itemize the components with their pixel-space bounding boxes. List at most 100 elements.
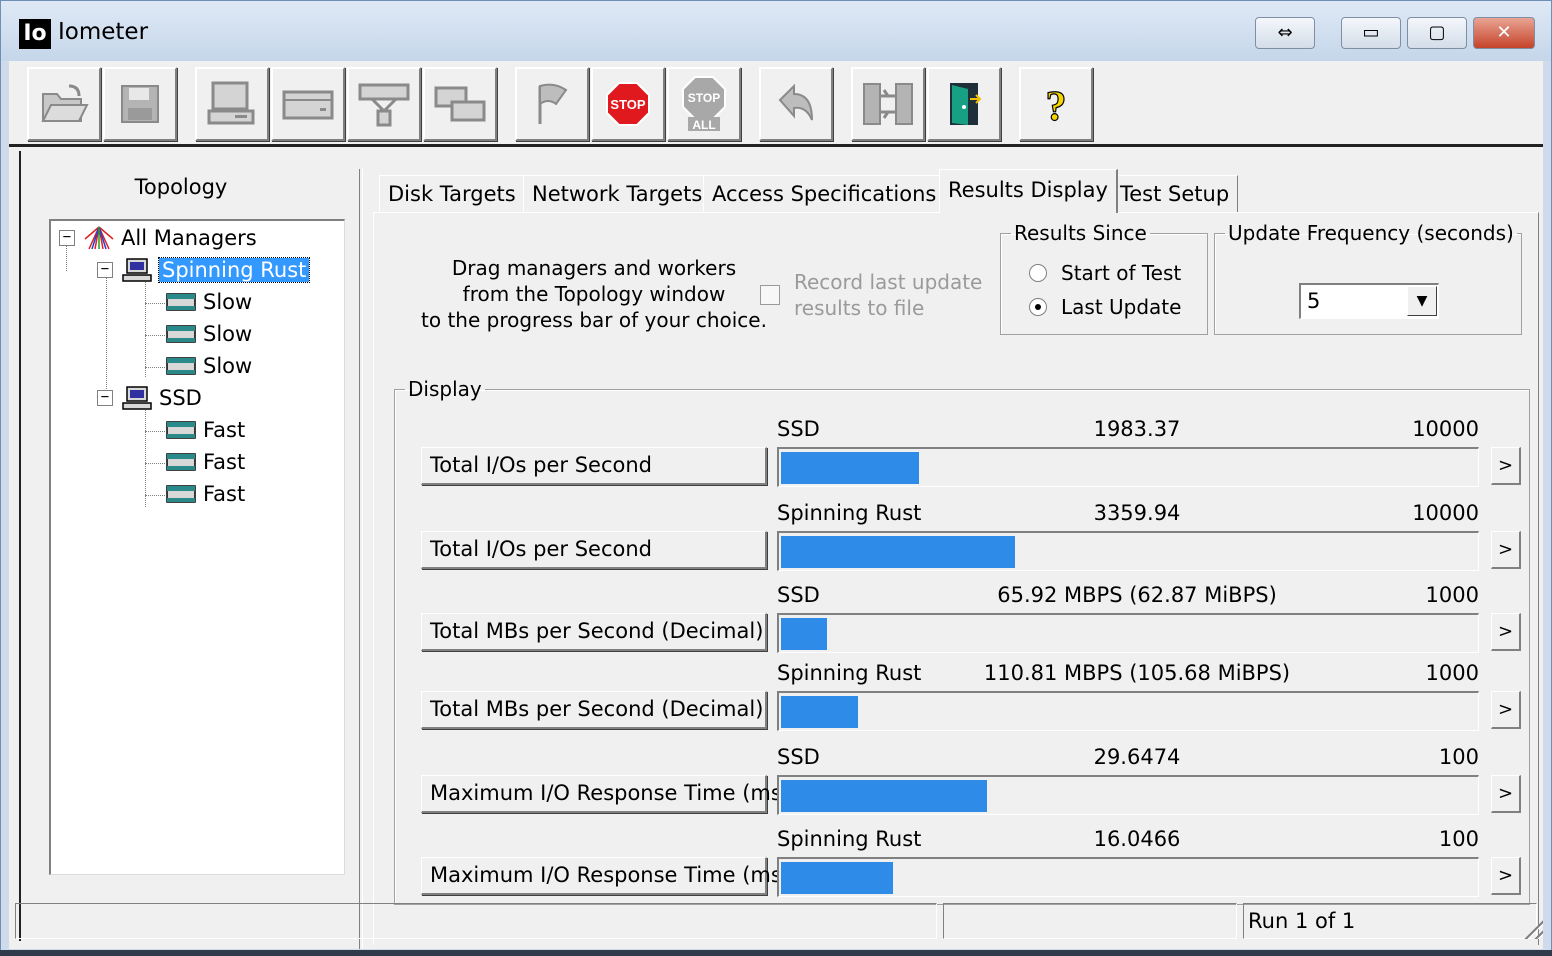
topology-tree[interactable]: − All Managers − Spinning Rust Slow Slow [49,219,345,875]
more-details-button[interactable]: > [1491,775,1521,813]
computer-icon [207,81,255,125]
snap-arrows-button[interactable]: ⇔ [1255,17,1315,49]
tab-access-specifications[interactable]: Access Specifications [703,175,946,213]
all-managers-icon [84,226,114,250]
disconnect-managers-button[interactable] [851,67,925,141]
tab-disk-targets[interactable]: Disk Targets [379,175,525,213]
tree-label-worker: Slow [203,322,253,346]
progress-bar[interactable] [777,857,1479,897]
stop-button[interactable]: STOP [591,67,665,141]
results-display-panel: Drag managers and workers from the Topol… [373,212,1539,945]
title-bar[interactable]: Io Iometer ⇔ ▭ ▢ ✕ [1,1,1551,61]
radio-button-selected-icon[interactable] [1029,298,1047,316]
metric-select-button[interactable]: Maximum I/O Response Time (ms) [421,857,790,895]
save-config-button[interactable] [103,67,177,141]
more-details-button[interactable]: > [1491,531,1521,569]
topology-pane: Topology − All Managers − Spinning Rust … [19,151,359,941]
tab-results-display[interactable]: Results Display [939,169,1118,213]
pane-splitter[interactable] [359,169,363,949]
radio-last-update[interactable]: Last Update [1029,295,1181,319]
metric-target-name: Spinning Rust [777,501,922,525]
disk-worker-icon [166,485,196,503]
start-tests-button[interactable] [515,67,589,141]
stop-sign-label: STOP [610,97,645,112]
update-frequency-select[interactable]: 5 ▼ [1299,283,1439,319]
start-manager-button[interactable] [195,67,269,141]
update-frequency-value: 5 [1307,289,1321,313]
tab-network-targets[interactable]: Network Targets [523,175,712,213]
minimize-button[interactable]: ▭ [1341,17,1401,49]
tree-node-manager-ssd[interactable]: − SSD [97,383,202,413]
manager-computer-icon [122,386,152,410]
exit-button[interactable] [927,67,1001,141]
progress-bar[interactable] [777,613,1479,653]
metric-target-name: SSD [777,417,820,441]
tree-node-manager-spinning-rust[interactable]: − Spinning Rust [97,255,311,285]
progress-bar[interactable] [777,775,1479,815]
green-flag-icon [538,83,568,124]
more-details-button[interactable]: > [1491,857,1521,895]
tree-node-all-managers[interactable]: − All Managers [59,223,257,253]
display-group: Display SSD 1983.37 10000 Total I/Os per Se… [394,377,1530,905]
progress-bar-fill [781,696,858,728]
update-frequency-legend: Update Frequency (seconds) [1228,221,1514,245]
more-details-button[interactable]: > [1491,691,1521,729]
metric-row: SSD 29.6474 100 Maximum I/O Response Time (… [395,745,1531,827]
window-title: Iometer [58,19,149,45]
metric-max: 10000 [1412,501,1479,525]
radio-label: Start of Test [1061,261,1182,285]
drag-instructions-line: from the Topology window [462,282,726,306]
open-config-button[interactable] [27,67,101,141]
progress-bar[interactable] [777,691,1479,731]
radio-start-of-test[interactable]: Start of Test [1029,261,1181,285]
status-bar: Run 1 of 1 [9,903,1543,943]
tree-label-worker: Fast [203,418,246,442]
progress-bar[interactable] [777,447,1479,487]
metric-row: Spinning Rust 110.81 MBPS (105.68 MiBPS) 1… [395,661,1531,743]
disconnect-icon [863,83,913,125]
collapse-icon[interactable]: − [97,262,113,278]
progress-bar-fill [781,780,987,812]
reset-workers-button[interactable] [759,67,833,141]
collapse-icon[interactable]: − [97,390,113,406]
radio-label: Last Update [1061,295,1182,319]
metric-select-button[interactable]: Maximum I/O Response Time (ms) [421,775,790,813]
metric-select-button[interactable]: Total I/Os per Second [421,447,767,485]
metric-select-button[interactable]: Total I/Os per Second [421,531,767,569]
tab-test-setup[interactable]: Test Setup [1111,175,1239,213]
taskbar-edge [0,950,1552,956]
more-details-button[interactable]: > [1491,447,1521,485]
help-button[interactable]: ? [1019,67,1093,141]
progress-bar[interactable] [777,531,1479,571]
tree-node-worker[interactable]: Slow [165,287,252,317]
metric-max: 1000 [1425,583,1479,607]
metric-target-name: SSD [777,745,820,769]
chevron-down-icon[interactable]: ▼ [1407,286,1437,316]
stop-all-button[interactable]: STOP ALL [667,67,741,141]
more-details-button[interactable]: > [1491,613,1521,651]
tree-node-worker[interactable]: Slow [165,351,252,381]
collapse-icon[interactable]: − [59,230,75,246]
tree-node-worker[interactable]: Fast [165,415,245,445]
start-disk-worker-button[interactable] [271,67,345,141]
tree-label-worker: Fast [203,450,246,474]
radio-button-icon[interactable] [1029,264,1047,282]
floppy-disk-icon [121,85,159,123]
stop-all-sign-icon: STOP ALL [682,76,726,132]
close-button[interactable]: ✕ [1473,17,1535,49]
tree-node-worker[interactable]: Slow [165,319,252,349]
help-question-glyph: ? [1046,84,1067,128]
disk-worker-icon [166,421,196,439]
results-since-legend: Results Since [1014,221,1147,245]
tree-label-worker: Slow [203,290,253,314]
start-network-worker-button[interactable] [347,67,421,141]
maximize-button[interactable]: ▢ [1407,17,1467,49]
record-results-checkbox[interactable] [760,285,780,305]
tree-node-worker[interactable]: Fast [165,447,245,477]
metric-select-button[interactable]: Total MBs per Second (Decimal) [421,613,767,651]
metric-value: 29.6474 [1093,745,1181,769]
metric-select-button[interactable]: Total MBs per Second (Decimal) [421,691,767,729]
duplicate-worker-button[interactable] [423,67,497,141]
tree-node-worker[interactable]: Fast [165,479,245,509]
metric-max: 10000 [1412,417,1479,441]
